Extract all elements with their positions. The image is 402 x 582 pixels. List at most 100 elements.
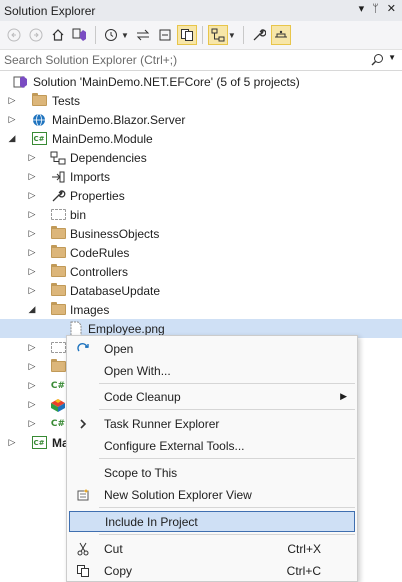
- back-button[interactable]: [4, 25, 24, 45]
- collapse-arrow-icon[interactable]: ◢: [27, 304, 37, 315]
- menu-item-label: Task Runner Explorer: [104, 416, 220, 431]
- folder-icon: [50, 283, 66, 299]
- tree-item-bin[interactable]: ▷ bin: [0, 205, 402, 224]
- tree-item-coderules[interactable]: ▷ CodeRules: [0, 243, 402, 262]
- properties-button[interactable]: [249, 25, 269, 45]
- tree-item-label: Controllers: [70, 264, 129, 279]
- preview-selected-button[interactable]: [207, 25, 228, 45]
- window-position-dropdown[interactable]: ▾: [359, 2, 365, 15]
- expand-arrow-icon[interactable]: ▷: [27, 380, 37, 391]
- tree-item-label: Properties: [70, 188, 125, 203]
- home-icon: [52, 29, 64, 41]
- expand-arrow-icon[interactable]: ▷: [27, 171, 37, 182]
- model-file-icon: [50, 397, 66, 413]
- expand-arrow-icon[interactable]: ▷: [27, 361, 37, 372]
- close-icon[interactable]: ✕: [387, 2, 396, 15]
- pending-changes-icon: [274, 30, 287, 38]
- tree-item-label: bin: [70, 207, 87, 222]
- csharp-file-icon: C#: [50, 418, 66, 429]
- visual-studio-icon: [72, 28, 86, 41]
- show-all-files-button[interactable]: [176, 25, 197, 45]
- expand-arrow-icon[interactable]: ▷: [27, 190, 37, 201]
- collapse-arrow-icon[interactable]: ◢: [7, 133, 17, 144]
- tree-item-label: CodeRules: [70, 245, 130, 260]
- search-input[interactable]: [0, 53, 360, 67]
- shortcut-label: Ctrl+C: [286, 563, 321, 578]
- history-dropdown-icon[interactable]: ▼: [121, 31, 129, 40]
- menu-item-open-with[interactable]: Open With...: [69, 360, 355, 381]
- expand-arrow-icon[interactable]: ▷: [27, 228, 37, 239]
- title-actions: ▾ ᛘ ✕: [359, 2, 396, 16]
- menu-item-configure-tools[interactable]: Configure External Tools...: [69, 435, 355, 456]
- csharp-project-icon: C#: [31, 435, 47, 451]
- home-button[interactable]: [48, 25, 68, 45]
- tree-item-tests[interactable]: ▷ Tests: [0, 91, 402, 110]
- preview-dropdown-icon[interactable]: ▼: [228, 31, 236, 40]
- tree-item-properties[interactable]: ▷ Properties: [0, 186, 402, 205]
- hierarchy-icon: [211, 28, 225, 42]
- tree-item-databaseupdate[interactable]: ▷ DatabaseUpdate: [0, 281, 402, 300]
- folder-icon: [50, 245, 66, 261]
- search-options-dropdown-icon[interactable]: ▼: [388, 53, 396, 62]
- menu-item-task-runner[interactable]: Task Runner Explorer: [69, 413, 355, 434]
- menu-item-include-in-project[interactable]: Include In Project: [69, 511, 355, 532]
- menu-item-scope-to-this[interactable]: Scope to This: [69, 462, 355, 483]
- tree-item-businessobjects[interactable]: ▷ BusinessObjects: [0, 224, 402, 243]
- expand-arrow-icon[interactable]: ▷: [27, 209, 37, 220]
- dependencies-icon: [50, 150, 66, 166]
- back-arrow-icon: [7, 28, 21, 42]
- expand-arrow-icon[interactable]: ▷: [27, 247, 37, 258]
- menu-item-code-cleanup[interactable]: Code Cleanup ▶: [69, 386, 355, 407]
- expand-arrow-icon[interactable]: ▷: [27, 285, 37, 296]
- tree-item-label: Tests: [52, 93, 81, 108]
- open-arrow-icon: [75, 341, 91, 357]
- tree-item-dependencies[interactable]: ▷ Dependencies: [0, 148, 402, 167]
- tree-item-label: DatabaseUpdate: [70, 283, 161, 298]
- menu-item-label: Include In Project: [105, 514, 198, 529]
- menu-separator: [99, 383, 355, 384]
- tree-item-label: BusinessObjects: [70, 226, 160, 241]
- expand-arrow-icon[interactable]: ▷: [7, 95, 17, 106]
- menu-item-label: Configure External Tools...: [104, 438, 245, 453]
- search-icon[interactable]: [371, 53, 384, 69]
- collapse-all-button[interactable]: [155, 25, 175, 45]
- expand-arrow-icon[interactable]: ▷: [27, 399, 37, 410]
- vs-switch-button[interactable]: [70, 25, 90, 45]
- toolbar: ▼ ▼: [0, 21, 402, 49]
- history-button[interactable]: [101, 25, 121, 45]
- imports-icon: [50, 169, 66, 185]
- tree-item-solution[interactable]: Solution 'MainDemo.NET.EFCore' (5 of 5 p…: [0, 72, 402, 91]
- menu-item-open[interactable]: Open: [69, 338, 355, 359]
- menu-item-label: Open: [104, 341, 134, 356]
- sync-button[interactable]: [133, 25, 153, 45]
- forward-button[interactable]: [26, 25, 46, 45]
- toolbar-separator: [242, 26, 244, 44]
- expand-arrow-icon[interactable]: ▷: [27, 342, 37, 353]
- tree-item-blazor-server[interactable]: ▷ MainDemo.Blazor.Server: [0, 110, 402, 129]
- window-title: Solution Explorer: [4, 3, 96, 18]
- tree-item-controllers[interactable]: ▷ Controllers: [0, 262, 402, 281]
- pending-changes-button[interactable]: [270, 25, 291, 45]
- expand-arrow-icon[interactable]: ▷: [27, 418, 37, 429]
- tree-item-label: Images: [70, 302, 110, 317]
- properties-wrench-icon: [50, 188, 66, 204]
- menu-item-copy[interactable]: Copy Ctrl+C: [69, 560, 355, 581]
- folder-icon: [50, 302, 66, 318]
- menu-separator: [99, 409, 355, 410]
- pin-icon[interactable]: ᛘ: [372, 3, 379, 15]
- excluded-folder-icon: [50, 207, 66, 223]
- menu-item-label: Scope to This: [104, 465, 178, 480]
- csharp-file-icon: C#: [50, 380, 66, 391]
- search-box: ▼: [0, 49, 402, 71]
- menu-item-cut[interactable]: Cut Ctrl+X: [69, 538, 355, 559]
- expand-arrow-icon[interactable]: ▷: [27, 266, 37, 277]
- expand-arrow-icon[interactable]: ▷: [7, 437, 17, 448]
- tree-item-images[interactable]: ◢ Images: [0, 300, 402, 319]
- expand-arrow-icon[interactable]: ▷: [27, 152, 37, 163]
- tree-item-imports[interactable]: ▷ Imports: [0, 167, 402, 186]
- menu-item-new-view[interactable]: New Solution Explorer View: [69, 484, 355, 505]
- folder-icon: [50, 226, 66, 242]
- wrench-icon: [253, 29, 266, 41]
- expand-arrow-icon[interactable]: ▷: [7, 114, 17, 125]
- tree-item-module[interactable]: ◢ C# MainDemo.Module: [0, 129, 402, 148]
